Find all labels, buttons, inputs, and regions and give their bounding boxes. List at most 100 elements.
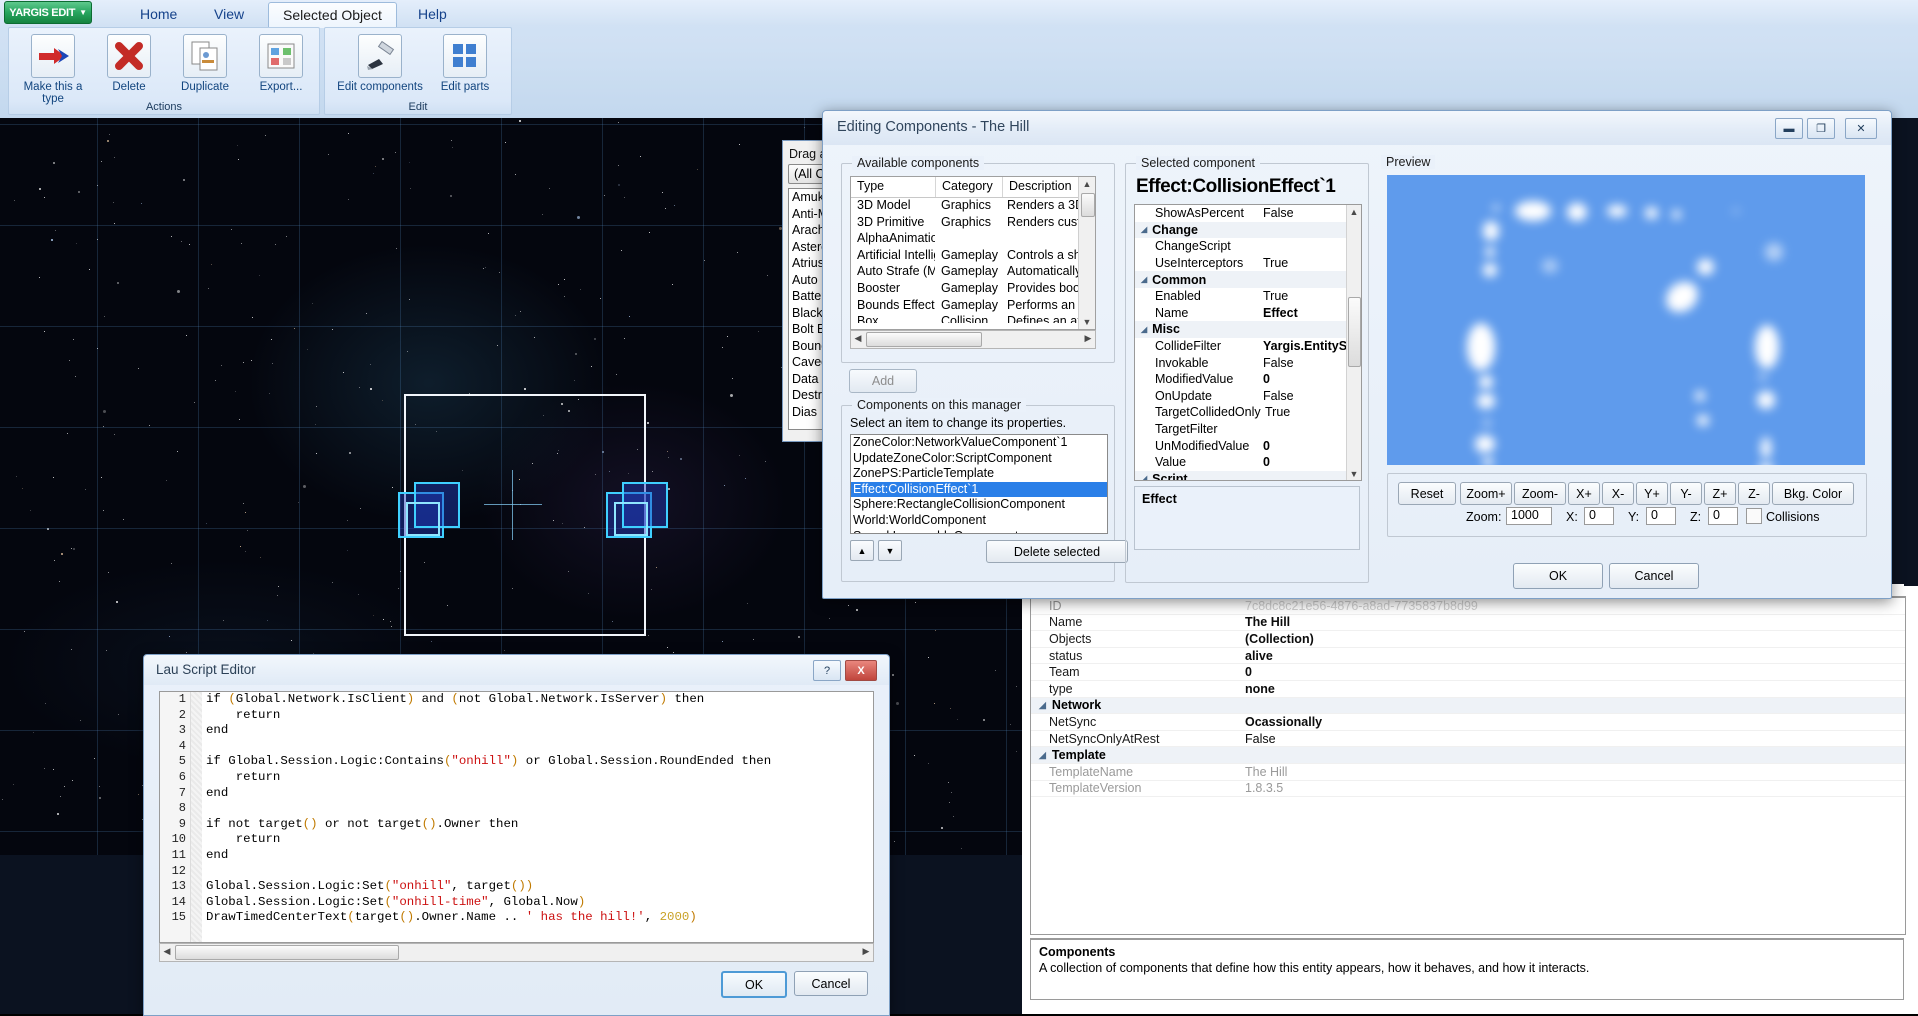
duplicate-button[interactable]: Duplicate [169, 34, 241, 93]
table-row[interactable]: ModifiedValue0 [1135, 371, 1361, 388]
cancel-button[interactable]: Cancel [1609, 563, 1699, 589]
components-manager-list[interactable]: ZoneColor:NetworkValueComponent`1 Update… [850, 434, 1108, 534]
table-row[interactable]: InvokableFalse [1135, 354, 1361, 371]
preview-y-plus-button[interactable]: Y+ [1636, 482, 1668, 505]
table-row[interactable]: Artificial Intellig...GameplayControls a… [851, 248, 1095, 265]
table-row[interactable]: 3D ModelGraphicsRenders a 3D mode [851, 198, 1095, 215]
property-category-template[interactable]: ◢ Template [1031, 747, 1905, 764]
table-row[interactable]: NetSync Ocassionally [1031, 714, 1905, 731]
scroll-down-arrow-icon[interactable]: ▼ [1079, 315, 1095, 329]
table-row[interactable]: BoxCollisionDefines an axis alig [851, 314, 1095, 323]
zone-corner-cube[interactable] [392, 478, 466, 552]
list-item[interactable]: ZoneColor:NetworkValueComponent`1 [851, 435, 1107, 451]
entity-property-grid[interactable]: ID 7c8dc8c21e56-4876-a8ad-7735837b8d99 N… [1030, 596, 1906, 935]
vertical-scrollbar[interactable]: ▲ ▼ [1346, 205, 1361, 480]
close-icon[interactable]: ✕ [1845, 118, 1877, 139]
horizontal-scrollbar[interactable]: ◀ ▶ [159, 943, 874, 962]
expander-triangle-icon[interactable]: ◢ [1141, 474, 1147, 481]
table-row[interactable]: TemplateName The Hill [1031, 764, 1905, 781]
list-item[interactable]: Speed:ImmovableComponent [851, 529, 1107, 534]
scroll-left-arrow-icon[interactable]: ◀ [851, 331, 865, 346]
table-row[interactable]: Team 0 [1031, 664, 1905, 681]
expander-triangle-icon[interactable]: ◢ [1141, 325, 1147, 334]
preview-x-minus-button[interactable]: X- [1602, 482, 1634, 505]
tab-help[interactable]: Help [404, 2, 461, 25]
table-row[interactable]: TargetCollidedOnlyTrue [1135, 404, 1361, 421]
property-category-network[interactable]: ◢ Network [1031, 698, 1905, 715]
dialog-title-bar[interactable]: Editing Components - The Hill ▬ ❐ ✕ [823, 111, 1891, 145]
collisions-checkbox[interactable] [1746, 508, 1762, 524]
expander-triangle-icon[interactable]: ◢ [1141, 275, 1147, 284]
delete-button[interactable]: Delete [93, 34, 165, 93]
z-input[interactable]: 0 [1708, 507, 1738, 525]
scrollbar-thumb[interactable] [1348, 297, 1361, 367]
table-row[interactable]: status alive [1031, 648, 1905, 665]
preview-zoom-in-button[interactable]: Zoom+ [1460, 482, 1512, 505]
tab-view[interactable]: View [200, 2, 258, 25]
lua-code-area[interactable]: 1 2 3 4 5 6 7 8 9 10 11 12 13 14 15 if (… [159, 691, 874, 943]
table-row[interactable]: Bounds EffectGameplayPerforms an action … [851, 298, 1095, 315]
preview-y-minus-button[interactable]: Y- [1670, 482, 1702, 505]
scrollbar-thumb[interactable] [175, 945, 399, 960]
table-row[interactable]: NameEffect [1135, 305, 1361, 322]
available-components-grid[interactable]: Type Category Description 3D ModelGraphi… [850, 176, 1096, 330]
table-row[interactable]: UseInterceptorsTrue [1135, 255, 1361, 272]
property-category[interactable]: ◢Common [1135, 271, 1361, 288]
zoom-input[interactable]: 1000 [1506, 507, 1552, 525]
edit-parts-button[interactable]: Edit parts [429, 34, 501, 93]
scroll-right-arrow-icon[interactable]: ▶ [859, 944, 873, 959]
lua-ok-button[interactable]: OK [721, 971, 787, 998]
list-item[interactable]: ZonePS:ParticleTemplate [851, 466, 1107, 482]
table-row[interactable]: ShowAsPercentFalse [1135, 205, 1361, 222]
preview-z-minus-button[interactable]: Z- [1738, 482, 1770, 505]
x-input[interactable]: 0 [1584, 507, 1614, 525]
expander-triangle-icon[interactable]: ◢ [1039, 750, 1046, 761]
table-row[interactable]: 3D PrimitiveGraphicsRenders custom 3D [851, 215, 1095, 232]
close-icon[interactable]: X [845, 660, 877, 681]
ok-button[interactable]: OK [1513, 563, 1603, 589]
table-row[interactable]: type none [1031, 681, 1905, 698]
maximize-icon[interactable]: ❐ [1807, 118, 1835, 139]
list-item[interactable]: UpdateZoneColor:ScriptComponent [851, 451, 1107, 467]
table-row[interactable]: OnUpdateFalse [1135, 388, 1361, 405]
lua-cancel-button[interactable]: Cancel [794, 971, 868, 996]
tab-selected-object[interactable]: Selected Object [268, 2, 397, 28]
table-row[interactable]: BoosterGameplayProvides boost capa [851, 281, 1095, 298]
property-category[interactable]: ◢Misc [1135, 321, 1361, 338]
move-up-button[interactable]: ▲ [850, 540, 874, 561]
table-row[interactable]: UnModifiedValue0 [1135, 437, 1361, 454]
table-row[interactable]: TemplateVersion 1.8.3.5 [1031, 781, 1905, 798]
preview-bkg-color-button[interactable]: Bkg. Color [1772, 482, 1854, 505]
delete-selected-button[interactable]: Delete selected [986, 540, 1128, 563]
preview-canvas[interactable] [1387, 175, 1865, 465]
lua-source-text[interactable]: if (Global.Network.IsClient) and (not Gl… [206, 692, 873, 942]
app-menu-button[interactable]: YARGIS EDIT ▼ [4, 1, 92, 24]
property-category[interactable]: ◢Script [1135, 471, 1361, 482]
preview-reset-button[interactable]: Reset [1398, 482, 1456, 505]
make-this-a-type-button[interactable]: Make this a type [17, 34, 89, 105]
table-row[interactable]: ID 7c8dc8c21e56-4876-a8ad-7735837b8d99 [1031, 598, 1905, 615]
scroll-right-arrow-icon[interactable]: ▶ [1081, 331, 1095, 346]
scroll-down-arrow-icon[interactable]: ▼ [1347, 467, 1361, 480]
vertical-scrollbar[interactable]: ▲ ▼ [1078, 177, 1095, 329]
zone-corner-cube[interactable] [600, 478, 674, 552]
export-button[interactable]: Export... [245, 34, 317, 93]
property-category[interactable]: ◢Change [1135, 222, 1361, 239]
help-icon[interactable]: ? [813, 660, 841, 681]
scroll-up-arrow-icon[interactable]: ▲ [1079, 177, 1095, 191]
column-header-category[interactable]: Category [936, 177, 1003, 197]
move-down-button[interactable]: ▼ [878, 540, 902, 561]
expander-triangle-icon[interactable]: ◢ [1141, 225, 1147, 234]
add-component-button[interactable]: Add [849, 369, 917, 393]
lua-title-bar[interactable]: Lau Script Editor ? X [144, 655, 889, 685]
tab-home[interactable]: Home [126, 2, 191, 25]
list-item-selected[interactable]: Effect:CollisionEffect`1 [851, 482, 1107, 498]
selected-component-property-grid[interactable]: ShowAsPercentFalse ◢Change ChangeScript … [1134, 204, 1362, 481]
edit-components-button[interactable]: Edit components [333, 34, 427, 93]
table-row[interactable]: TargetFilter [1135, 421, 1361, 438]
table-row[interactable]: EnabledTrue [1135, 288, 1361, 305]
table-row[interactable]: Objects (Collection) [1031, 631, 1905, 648]
table-row[interactable]: ChangeScript [1135, 238, 1361, 255]
table-row[interactable]: CollideFilterYargis.EntitySelecto [1135, 338, 1361, 355]
minimize-icon[interactable]: ▬ [1775, 118, 1803, 139]
